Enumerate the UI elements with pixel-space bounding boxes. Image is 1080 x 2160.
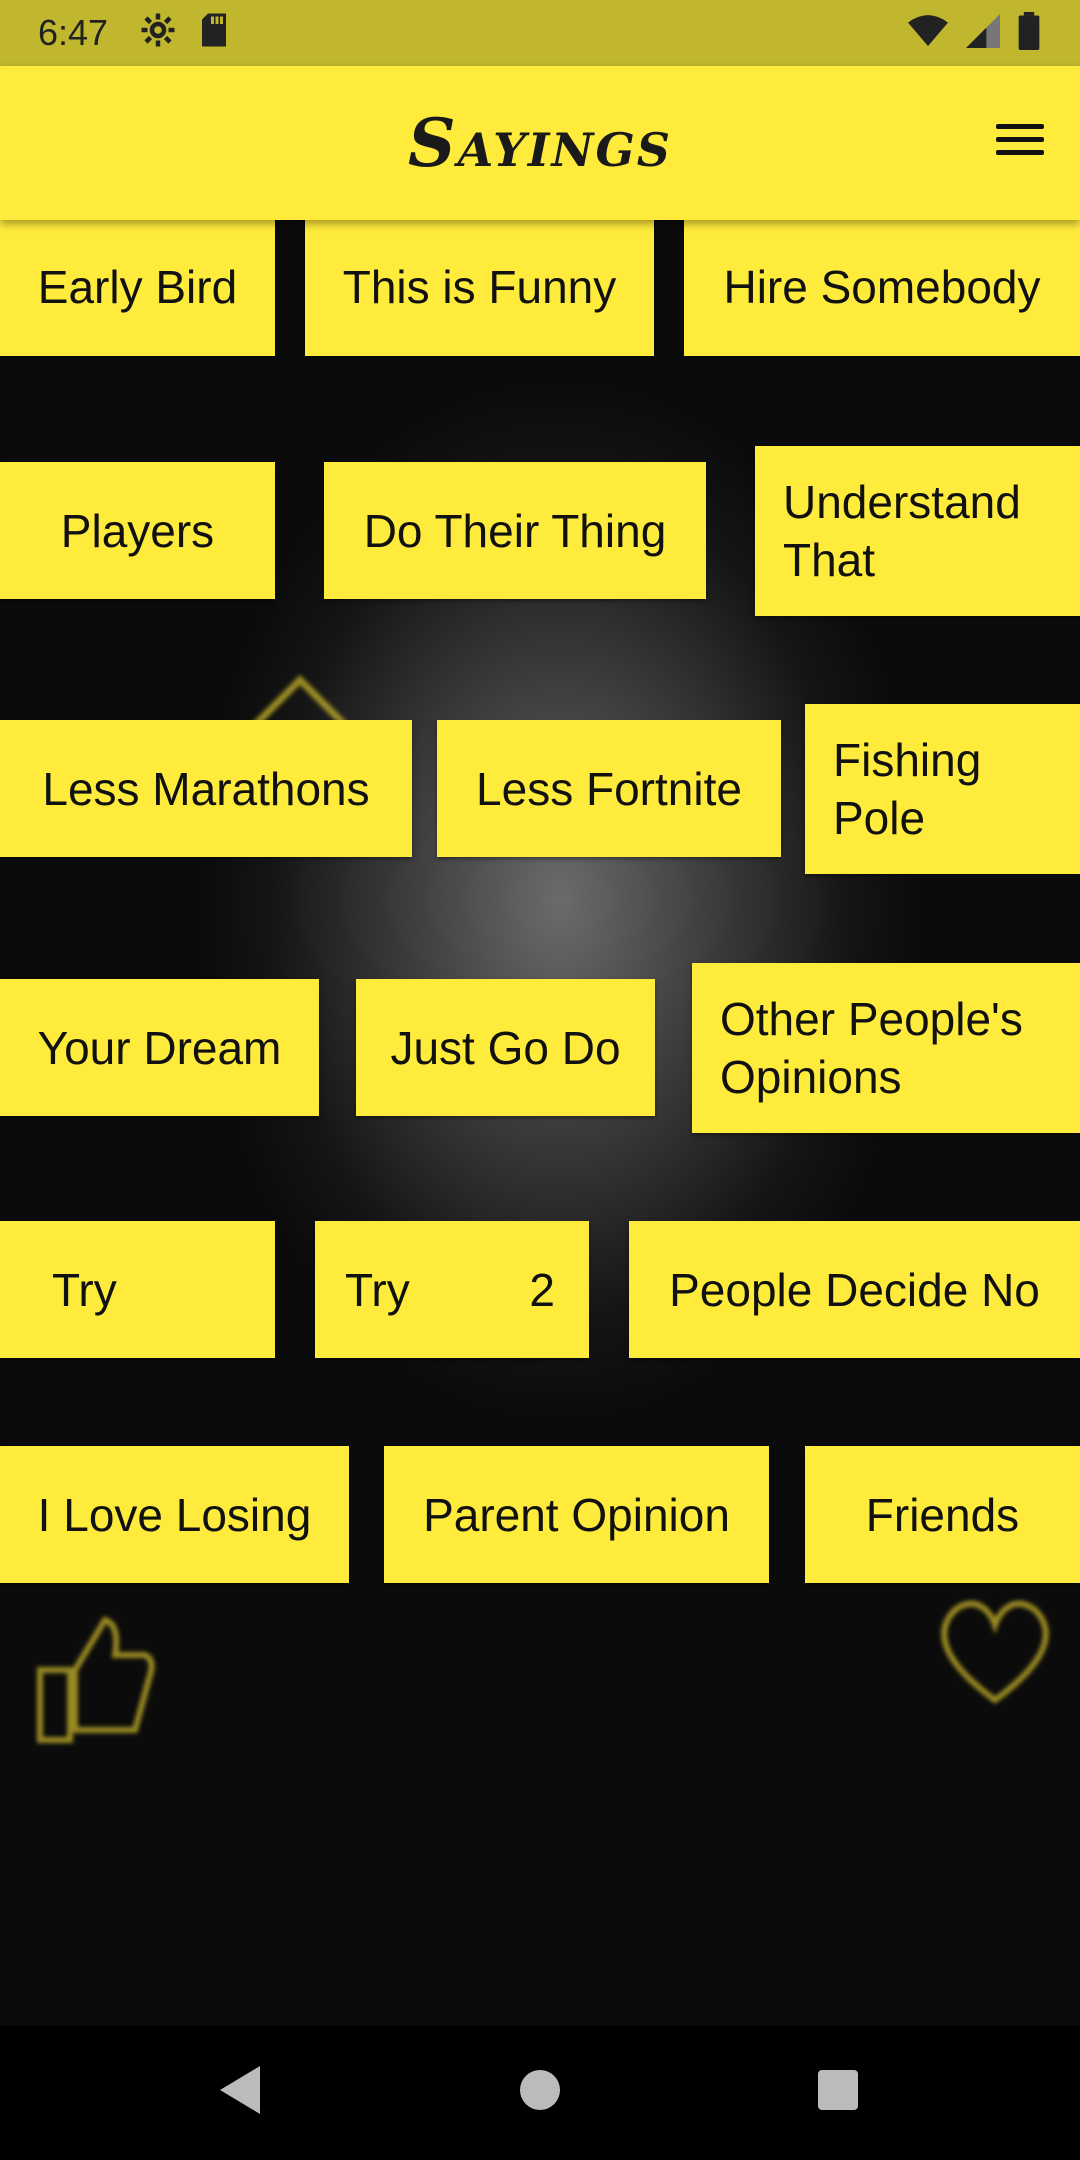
saying-parent-opinion[interactable]: Parent Opinion: [384, 1446, 769, 1583]
tile-label: Try: [52, 1263, 117, 1316]
tile-label: Early Bird: [37, 261, 238, 313]
tile-label: Your Dream: [37, 1021, 282, 1074]
saying-less-fortnite[interactable]: Less Fortnite: [437, 720, 781, 857]
saying-try-2[interactable]: Try 2: [315, 1221, 589, 1358]
tile-label: Try: [345, 1263, 410, 1316]
saying-people-decide-no[interactable]: People Decide No: [629, 1221, 1080, 1358]
home-icon[interactable]: [520, 2070, 560, 2110]
status-time: 6:47: [38, 12, 109, 53]
saying-less-marathons[interactable]: Less Marathons: [0, 720, 412, 857]
tile-label: People Decide No: [669, 1263, 1040, 1316]
tile-label: Parent Opinion: [423, 1488, 730, 1541]
app-bar: Sayings: [0, 66, 1080, 220]
navigation-bar: [0, 2026, 1080, 2160]
saying-i-love-losing[interactable]: I Love Losing: [0, 1446, 349, 1583]
tile-label: Friends: [865, 1488, 1020, 1541]
tile-label: Just Go Do: [390, 1021, 621, 1074]
tile-label: Do Their Thing: [363, 504, 667, 557]
heart-icon: [941, 1600, 1049, 1704]
hamburger-menu-icon[interactable]: [990, 116, 1050, 170]
saying-fishing-pole[interactable]: Fishing Pole: [805, 704, 1080, 874]
tile-label: Players: [60, 504, 215, 557]
saying-players[interactable]: Players: [0, 462, 275, 599]
saying-other-peoples-opinions[interactable]: Other People's Opinions: [692, 963, 1080, 1133]
saying-just-go-do[interactable]: Just Go Do: [356, 979, 655, 1116]
tile-label: I Love Losing: [37, 1488, 312, 1541]
back-icon[interactable]: [220, 2066, 260, 2114]
recents-icon[interactable]: [818, 2070, 858, 2110]
tile-label: Understand That: [783, 476, 1021, 586]
tile-label: Fishing Pole: [833, 734, 982, 844]
saying-do-their-thing[interactable]: Do Their Thing: [324, 462, 706, 599]
tile-label: Less Marathons: [42, 762, 370, 815]
saying-early-bird[interactable]: Early Bird: [0, 218, 275, 356]
sd-card-icon: [202, 13, 226, 47]
saying-hire-somebody[interactable]: Hire Somebody: [684, 218, 1080, 356]
battery-icon: [1018, 12, 1040, 50]
signal-icon: [966, 14, 1000, 48]
tile-label: Less Fortnite: [476, 762, 742, 815]
tile-number: 2: [529, 1263, 555, 1316]
status-bar: 6:47: [0, 0, 1080, 66]
tile-label: Hire Somebody: [723, 261, 1041, 313]
tile-label: This is Funny: [342, 261, 617, 313]
app-title: Sayings: [408, 104, 672, 182]
thumbs-up-icon: [37, 1616, 155, 1743]
wifi-icon: [908, 15, 948, 46]
settings-icon: [141, 13, 175, 47]
saying-friends[interactable]: Friends: [805, 1446, 1080, 1583]
saying-this-is-funny[interactable]: This is Funny: [305, 218, 654, 356]
saying-your-dream[interactable]: Your Dream: [0, 979, 319, 1116]
tile-label: Other People's Opinions: [720, 993, 1023, 1103]
saying-try[interactable]: Try: [0, 1221, 275, 1358]
saying-understand-that[interactable]: Understand That: [755, 446, 1080, 616]
